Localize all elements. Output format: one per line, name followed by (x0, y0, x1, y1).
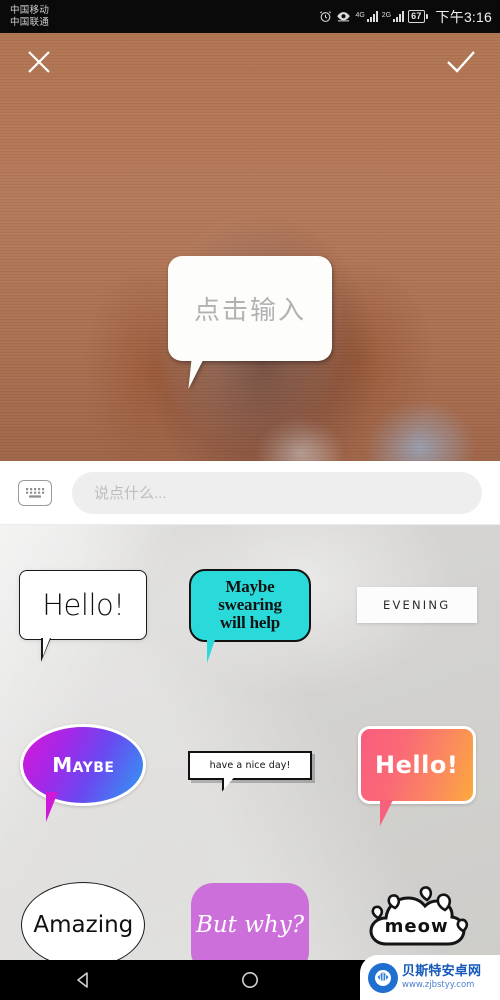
sticker-label: Hello! (42, 588, 125, 622)
sticker-label-line1: Maybe (225, 576, 275, 596)
comment-input[interactable]: 说点什么... (72, 471, 482, 514)
bubble-tail (206, 630, 218, 663)
sticker-amazing-ellipse[interactable]: Amazing (0, 845, 167, 960)
bubble-tail (221, 777, 234, 792)
editor-toolbar (0, 33, 500, 91)
status-clock: 下午3:16 (435, 8, 492, 25)
sticker-label: have a nice day! (209, 759, 291, 771)
sticker-meow-cloud[interactable]: meow (333, 845, 500, 960)
eye-care-icon (336, 10, 351, 23)
bubble-tail-inner (43, 638, 51, 656)
close-icon[interactable] (22, 45, 56, 79)
sticker-label: EVENING (383, 598, 451, 612)
sticker-label-line2: swearing (218, 594, 282, 614)
watermark-text: 贝斯特安卓网 www.zjbstyy.com (402, 965, 481, 990)
sticker-have-a-nice-day[interactable]: have a nice day! (167, 685, 334, 845)
sticker-hello-outline[interactable]: Hello! (0, 525, 167, 685)
watermark-logo-icon (368, 962, 398, 993)
sticker-maybe-swearing[interactable]: Maybe swearing will help (167, 525, 334, 685)
comment-input-placeholder: 说点什么... (94, 485, 167, 502)
sticker-grid: Hello! Maybe swearing will help EVENING … (0, 525, 500, 960)
confirm-check-icon[interactable] (444, 45, 478, 79)
sticker-label-line3: will help (219, 612, 281, 632)
home-circle-icon[interactable] (220, 960, 280, 1000)
carrier-labels: 中国移动 中国联通 (10, 5, 49, 29)
overlay-bubble-tail (188, 359, 204, 389)
keyboard-icon[interactable] (18, 479, 52, 506)
watermark-site-url: www.zjbstyy.com (402, 980, 475, 991)
text-input-bar: 说点什么... (0, 461, 500, 525)
status-icons: 4G 2G 67 下午3:16 (319, 7, 492, 27)
overlay-bubble-body[interactable]: 点击输入 (168, 256, 332, 361)
carrier-1-label: 中国移动 (10, 4, 50, 16)
bubble-tail (46, 792, 59, 822)
sticker-hello-gradient[interactable]: Hello! (333, 685, 500, 845)
sticker-label: But why? (195, 912, 305, 938)
sticker-panel[interactable]: Hello! Maybe swearing will help EVENING … (0, 525, 500, 960)
battery-indicator: 67 (408, 10, 428, 23)
bubble-tail (379, 800, 393, 826)
overlay-bubble-placeholder: 点击输入 (193, 295, 306, 325)
watermark-site-name: 贝斯特安卓网 (402, 964, 482, 980)
sticker-maybe-gradient[interactable]: Maybe (0, 685, 167, 845)
site-watermark: 贝斯特安卓网 www.zjbstyy.com (360, 955, 500, 1000)
sim2-network-label: 2G (381, 12, 392, 19)
carrier-2-label: 中国联通 (10, 16, 50, 28)
status-bar: 中国移动 中国联通 4G 2G 67 下午3:16 (0, 0, 500, 33)
sticker-label: Maybe (52, 753, 115, 777)
photo-canvas[interactable]: 点击输入 (0, 33, 500, 461)
sim1-signal-icon: 4G (355, 11, 378, 22)
overlay-speech-bubble[interactable]: 点击输入 (168, 256, 332, 389)
sticker-label: meow (384, 915, 449, 937)
sim2-signal-icon: 2G (381, 11, 405, 22)
sticker-label: Hello! (375, 751, 459, 779)
sim1-network-label: 4G (355, 12, 365, 19)
battery-tip (425, 14, 428, 19)
battery-percent-label: 67 (408, 10, 425, 23)
sticker-evening-label[interactable]: EVENING (333, 525, 500, 685)
alarm-clock-icon (319, 10, 332, 23)
phone-screen: 中国移动 中国联通 4G 2G 67 下午3:16 点击输入 说点什么... H… (0, 0, 500, 1000)
sticker-label: Amazing (33, 912, 134, 938)
back-triangle-icon[interactable] (53, 960, 113, 1000)
sticker-but-why[interactable]: But why? (167, 845, 334, 960)
